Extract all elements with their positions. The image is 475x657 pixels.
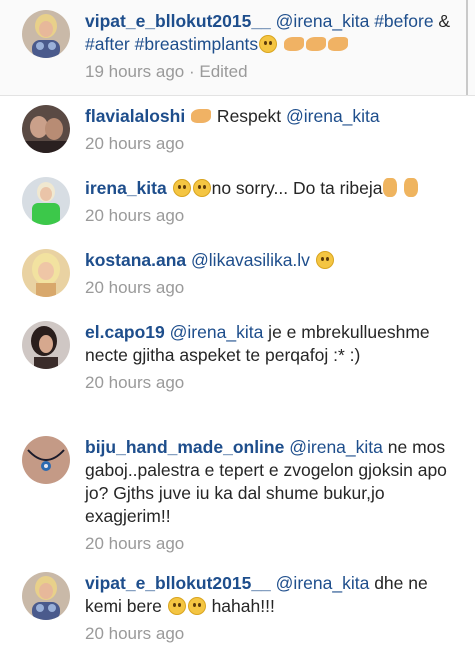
comment-body-text xyxy=(278,34,283,54)
comment-username[interactable]: vipat_e_bllokut2015__ xyxy=(85,573,271,593)
comment-content: vipat_e_bllokut2015__ @irena_kita dhe ne… xyxy=(85,572,463,645)
comment-timestamp: 20 hours ago xyxy=(85,134,185,153)
comment-username[interactable]: flavialaloshi xyxy=(85,106,185,126)
comment-text: kostana.ana @likavasilika.lv xyxy=(85,249,463,272)
comment-content: flavialaloshi Respekt @irena_kita 20 hou… xyxy=(85,105,463,155)
comment-text: vipat_e_bllokut2015__ @irena_kita #befor… xyxy=(85,10,463,56)
mention-link[interactable]: @irena_kita xyxy=(286,106,380,126)
comment-content: vipat_e_bllokut2015__ @irena_kita #befor… xyxy=(85,10,463,83)
peace-emoji-icon xyxy=(404,178,419,197)
comment-username[interactable]: irena_kita xyxy=(85,178,167,198)
comment-text: el.capo19 @irena_kita je e mbrekullueshm… xyxy=(85,321,463,367)
comment-body-text: no sorry... Do ta ribeja xyxy=(211,178,383,198)
face-emoji-icon xyxy=(167,597,186,615)
mention-link[interactable]: @irena_kita xyxy=(276,11,370,31)
hashtag-link[interactable]: #after xyxy=(85,34,130,54)
face-emoji-icon xyxy=(192,179,211,197)
mention-link[interactable]: @irena_kita xyxy=(276,573,370,593)
mention-link[interactable]: @likavasilika.lv xyxy=(191,250,310,270)
muscle-emoji-icon xyxy=(306,37,327,51)
face-emoji-icon xyxy=(187,597,206,615)
comment-timestamp: 19 hours ago · Edited xyxy=(85,62,248,81)
hashtag-link[interactable]: #breastimplants xyxy=(135,34,259,54)
comment-timestamp: 20 hours ago xyxy=(85,373,185,392)
scrollbar[interactable] xyxy=(466,0,468,95)
muscle-emoji-icon xyxy=(284,37,305,51)
face-emoji-icon xyxy=(172,179,191,197)
caption-divider xyxy=(0,95,475,96)
avatar[interactable] xyxy=(22,572,70,620)
face-emoji-icon xyxy=(315,251,334,269)
comment-username[interactable]: biju_hand_made_online xyxy=(85,437,284,457)
comment-content: irena_kita no sorry... Do ta ribeja 20 h… xyxy=(85,177,463,227)
avatar[interactable] xyxy=(22,436,70,484)
comment-timestamp: 20 hours ago xyxy=(85,206,185,225)
comment-content: biju_hand_made_online @irena_kita ne mos… xyxy=(85,436,463,555)
comment-timestamp: 20 hours ago xyxy=(85,624,185,643)
comment-username[interactable]: kostana.ana xyxy=(85,250,186,270)
avatar[interactable] xyxy=(22,10,70,58)
comment-content: kostana.ana @likavasilika.lv 20 hours ag… xyxy=(85,249,463,299)
comment-text: vipat_e_bllokut2015__ @irena_kita dhe ne… xyxy=(85,572,463,618)
comment-body-text: hahah!!! xyxy=(206,596,275,616)
comment-username[interactable]: vipat_e_bllokut2015__ xyxy=(85,11,271,31)
muscle-emoji-icon xyxy=(328,37,349,51)
comment-text: flavialaloshi Respekt @irena_kita xyxy=(85,105,463,128)
comments-list: vipat_e_bllokut2015__ @irena_kita #befor… xyxy=(0,0,475,657)
comment-username[interactable]: el.capo19 xyxy=(85,322,165,342)
comment-text: biju_hand_made_online @irena_kita ne mos… xyxy=(85,436,463,528)
mention-link[interactable]: @irena_kita xyxy=(170,322,264,342)
comment-body-text: Respekt xyxy=(212,106,286,126)
comment-text: irena_kita no sorry... Do ta ribeja xyxy=(85,177,463,200)
muscle-emoji-icon xyxy=(191,109,212,123)
face-emoji-icon xyxy=(259,35,278,53)
avatar[interactable] xyxy=(22,249,70,297)
comment-timestamp: 20 hours ago xyxy=(85,278,185,297)
avatar[interactable] xyxy=(22,105,70,153)
mention-link[interactable]: @irena_kita xyxy=(289,437,383,457)
peace-emoji-icon xyxy=(383,178,398,197)
comment-body-text xyxy=(398,178,403,198)
avatar[interactable] xyxy=(22,177,70,225)
comment-content: el.capo19 @irena_kita je e mbrekullueshm… xyxy=(85,321,463,394)
comment-body-text xyxy=(310,250,315,270)
comment-body-text: & xyxy=(433,11,451,31)
avatar[interactable] xyxy=(22,321,70,369)
comment-timestamp: 20 hours ago xyxy=(85,534,185,553)
hashtag-link[interactable]: #before xyxy=(374,11,433,31)
